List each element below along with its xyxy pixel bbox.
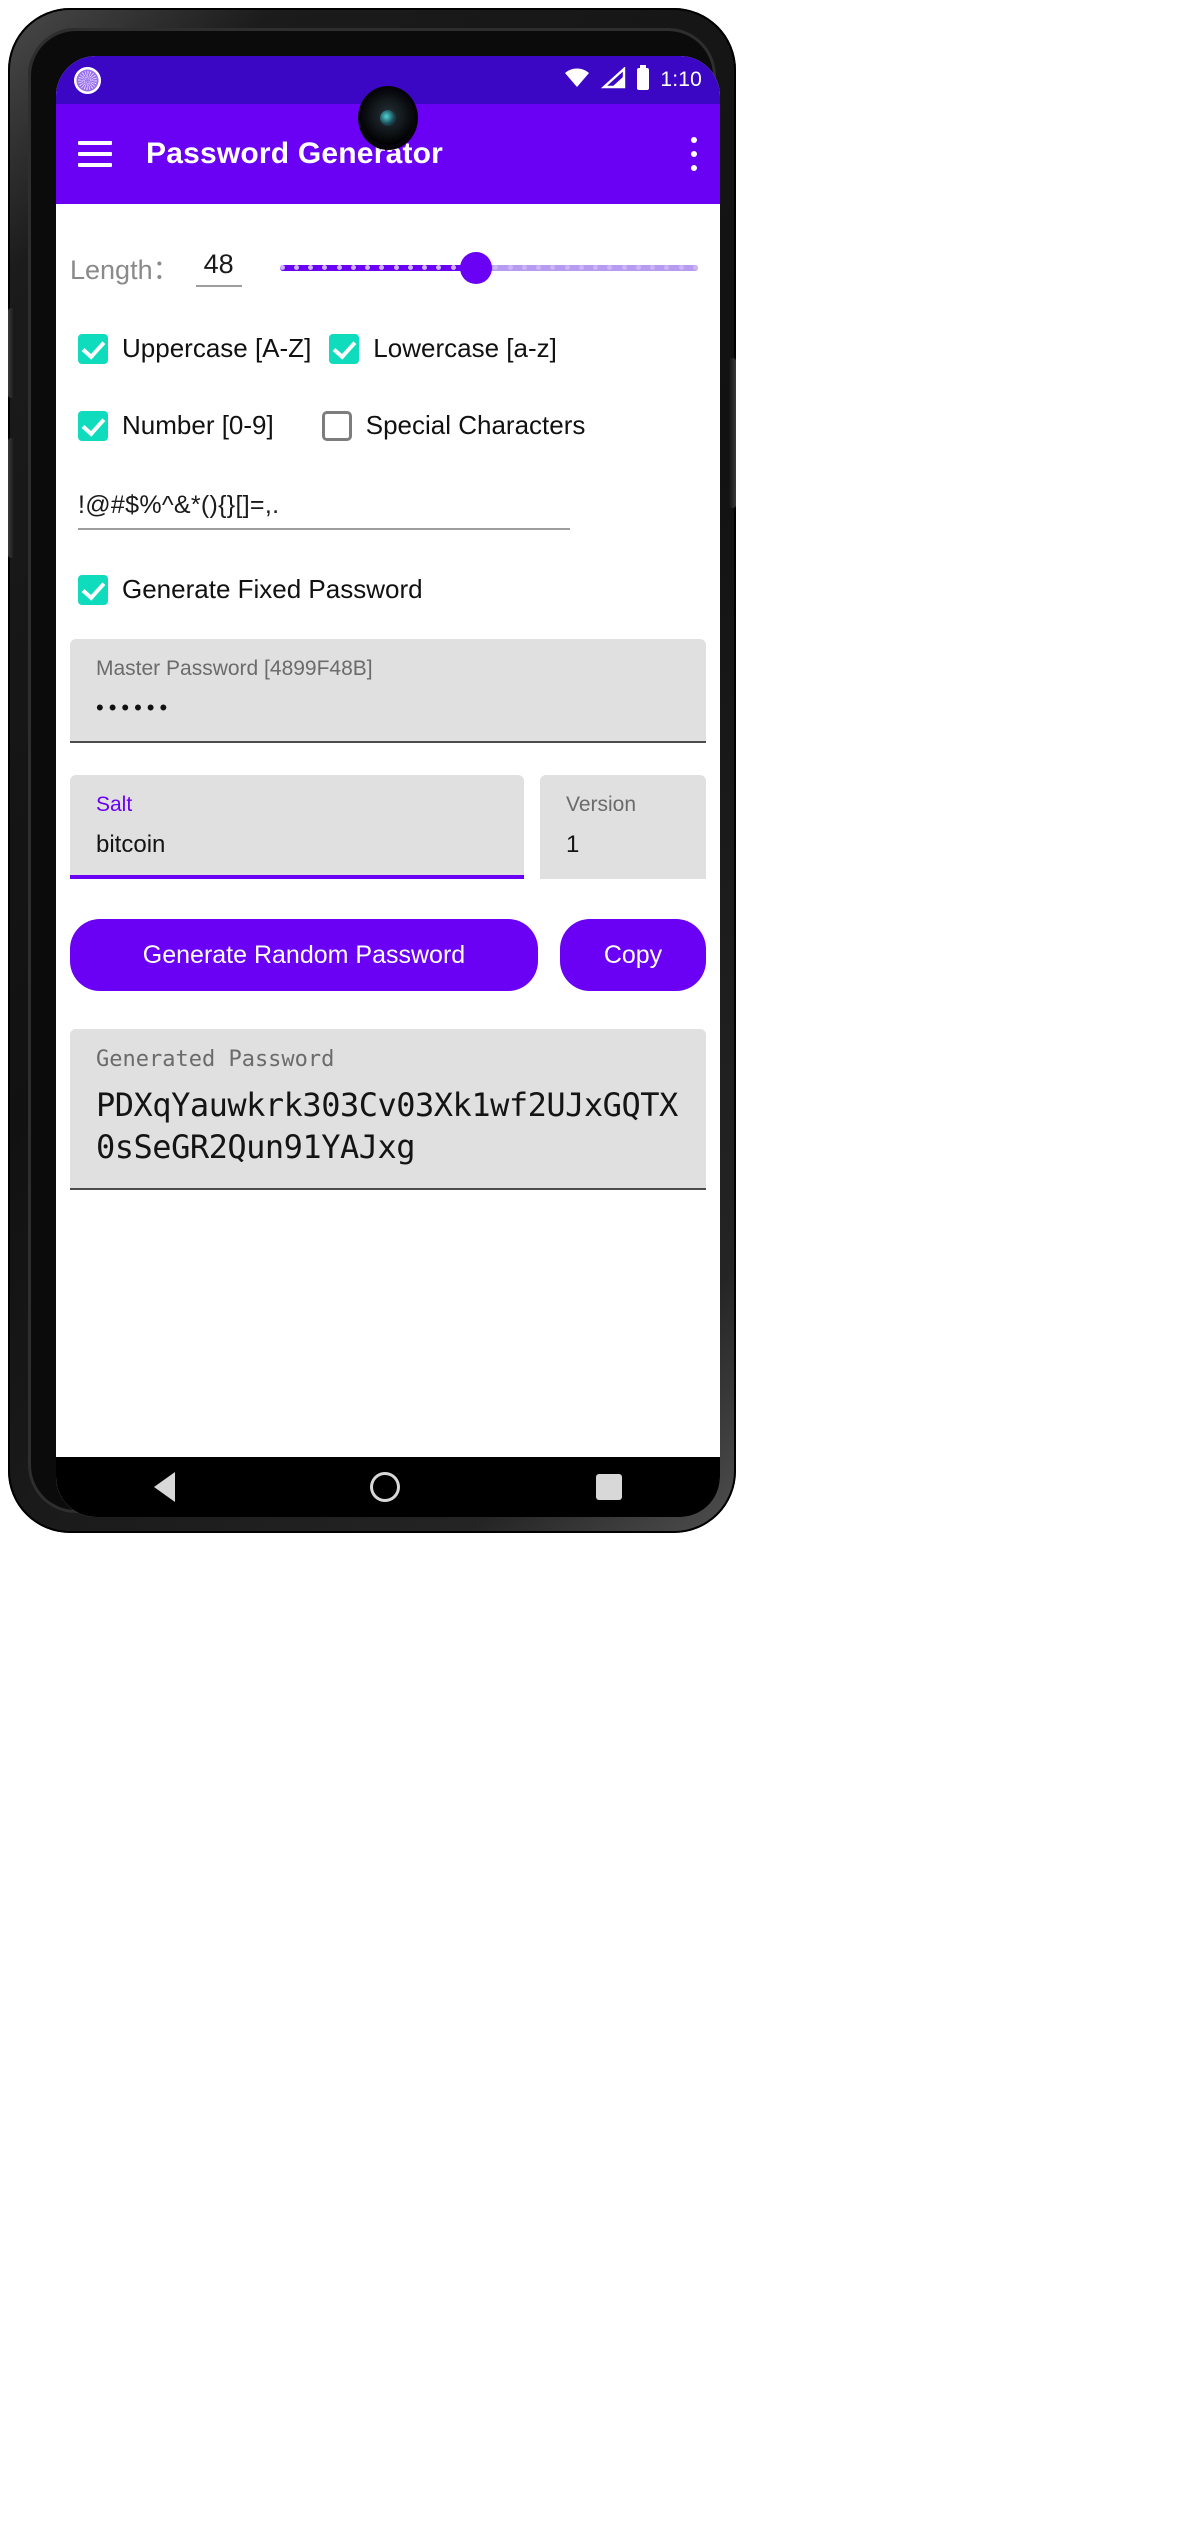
power-button[interactable] xyxy=(8,438,15,558)
front-camera-icon xyxy=(362,90,414,146)
phone-frame: 1:10 Password Generator Length： 48 Upper… xyxy=(8,8,736,1533)
length-slider[interactable] xyxy=(279,251,698,284)
generate-random-password-button[interactable]: Generate Random Password xyxy=(70,919,538,991)
checkbox-generate-fixed-password[interactable]: Generate Fixed Password xyxy=(78,574,423,605)
main-content: Length： 48 Uppercase [A-Z] Lowercase [a-… xyxy=(56,204,720,1457)
checkbox-checked-icon xyxy=(78,574,108,605)
phone-bezel: 1:10 Password Generator Length： 48 Upper… xyxy=(28,28,720,1517)
generated-password-field[interactable]: Generated Password PDXqYauwkrk303Cv03Xk1… xyxy=(70,1029,706,1191)
slider-thumb[interactable] xyxy=(460,251,493,284)
version-value: 1 xyxy=(566,831,580,858)
system-nav-bar xyxy=(56,1457,720,1517)
salt-underline xyxy=(70,875,524,879)
checkbox-uppercase-label: Uppercase [A-Z] xyxy=(122,333,312,363)
generated-password-label: Generated Password xyxy=(96,1047,335,1072)
checkbox-row-1: Uppercase [A-Z] Lowercase [a-z] xyxy=(70,333,706,364)
spinner-icon xyxy=(74,66,101,94)
special-characters-input[interactable]: !@#$%^&*(){}[]=,. xyxy=(78,491,570,530)
status-bar-right: 1:10 xyxy=(563,64,702,96)
more-vertical-icon[interactable] xyxy=(690,137,698,171)
action-buttons: Generate Random Password Copy xyxy=(70,919,706,991)
checkbox-number-label: Number [0-9] xyxy=(122,410,274,440)
checkbox-lowercase-label: Lowercase [a-z] xyxy=(373,333,557,363)
phone-screen: 1:10 Password Generator Length： 48 Upper… xyxy=(56,56,720,1517)
length-label: Length： xyxy=(70,255,180,285)
checkbox-generate-fixed-password-label: Generate Fixed Password xyxy=(122,574,423,604)
checkbox-checked-icon xyxy=(78,410,108,441)
master-password-value: •••••• xyxy=(96,695,173,720)
screenshot-root: 1:10 Password Generator Length： 48 Upper… xyxy=(0,0,1200,2541)
special-characters-value: !@#$%^&*(){}[]=,. xyxy=(78,491,280,519)
checkbox-uppercase[interactable]: Uppercase [A-Z] xyxy=(78,333,311,364)
checkbox-checked-icon xyxy=(78,333,108,364)
volume-button[interactable] xyxy=(8,308,15,398)
version-label: Version xyxy=(566,793,637,816)
salt-label: Salt xyxy=(96,793,133,816)
length-input[interactable]: 48 xyxy=(195,249,242,287)
checkbox-row-2: Number [0-9] Special Characters xyxy=(70,410,706,441)
home-circle-icon[interactable] xyxy=(370,1472,400,1502)
master-password-underline xyxy=(70,741,706,743)
battery-icon xyxy=(635,64,651,96)
cell-signal-icon xyxy=(600,65,626,94)
copy-button[interactable]: Copy xyxy=(560,919,706,991)
checkbox-special-characters[interactable]: Special Characters xyxy=(321,410,586,441)
back-triangle-icon[interactable] xyxy=(153,1472,175,1502)
master-password-field[interactable]: Master Password [4899F48B] •••••• xyxy=(70,639,706,743)
master-password-label: Master Password [4899F48B] xyxy=(96,657,373,680)
status-bar-clock: 1:10 xyxy=(660,68,702,91)
salt-value: bitcoin xyxy=(96,831,166,858)
salt-version-row: Salt bitcoin Version 1 xyxy=(70,775,706,879)
generated-password-value: PDXqYauwkrk303Cv03Xk1wf2UJxGQTX0sSeGR2Qu… xyxy=(96,1086,678,1167)
checkbox-row-3: Generate Fixed Password xyxy=(70,574,706,605)
checkbox-lowercase[interactable]: Lowercase [a-z] xyxy=(329,333,557,364)
wifi-icon xyxy=(563,67,591,94)
checkbox-special-characters-label: Special Characters xyxy=(365,410,586,440)
salt-field[interactable]: Salt bitcoin xyxy=(70,775,524,879)
side-button-right[interactable] xyxy=(729,358,736,508)
generated-password-underline xyxy=(70,1188,706,1191)
checkbox-checked-icon xyxy=(329,333,360,364)
recents-square-icon[interactable] xyxy=(596,1474,623,1500)
hamburger-menu-icon[interactable] xyxy=(78,141,112,167)
checkbox-number[interactable]: Number [0-9] xyxy=(78,410,274,441)
status-bar-left xyxy=(74,66,101,94)
length-row: Length： 48 xyxy=(70,248,706,287)
version-field[interactable]: Version 1 xyxy=(540,775,706,879)
checkbox-unchecked-icon xyxy=(321,410,352,441)
